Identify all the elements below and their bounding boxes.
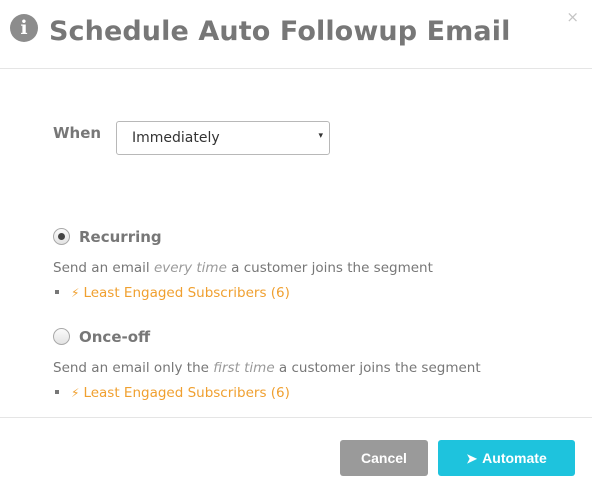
when-label: When	[53, 124, 102, 142]
when-select-value: Immediately	[132, 130, 220, 146]
recurring-radio-row[interactable]: Recurring	[53, 227, 573, 247]
once-off-segment-item: ⚡ Least Engaged Subscribers (6)	[53, 385, 290, 401]
recurring-segment-item: ⚡ Least Engaged Subscribers (6)	[53, 285, 290, 301]
info-icon: i	[10, 14, 38, 42]
option-recurring: Recurring Send an email every time a cus…	[53, 227, 573, 301]
once-off-label[interactable]: Once-off	[79, 327, 150, 347]
bolt-icon: ⚡	[71, 286, 80, 300]
once-off-desc-text: Send an email only the	[53, 360, 214, 376]
recurring-desc-text-end: a customer joins the segment	[226, 260, 433, 276]
option-once-off: Once-off Send an email only the first ti…	[53, 327, 573, 401]
bullet	[55, 290, 59, 294]
once-off-description: Send an email only the first time a cust…	[53, 360, 481, 376]
automate-label: Automate	[482, 449, 547, 466]
once-off-desc-text-end: a customer joins the segment	[274, 360, 481, 376]
recurring-segment-link[interactable]: Least Engaged Subscribers (6)	[83, 285, 289, 301]
modal-title: Schedule Auto Followup Email	[49, 16, 511, 47]
once-off-radio-row[interactable]: Once-off	[53, 327, 573, 347]
recurring-radio[interactable]	[53, 228, 70, 245]
paper-plane-icon: ➤	[466, 450, 478, 466]
chevron-down-icon: ▾	[318, 131, 323, 141]
cancel-button[interactable]: Cancel	[340, 440, 428, 476]
recurring-label[interactable]: Recurring	[79, 227, 162, 247]
once-off-segment-link[interactable]: Least Engaged Subscribers (6)	[83, 385, 289, 401]
automate-button[interactable]: ➤ Automate	[438, 440, 575, 476]
once-off-desc-emphasis: first time	[213, 360, 275, 376]
bolt-icon: ⚡	[71, 386, 80, 400]
close-icon[interactable]: ×	[566, 7, 579, 27]
modal-footer: Cancel ➤ Automate	[0, 417, 592, 493]
recurring-description: Send an email every time a customer join…	[53, 260, 433, 276]
recurring-desc-emphasis: every time	[153, 260, 227, 276]
once-off-radio[interactable]	[53, 328, 70, 345]
recurring-desc-text: Send an email	[53, 260, 154, 276]
bullet	[55, 390, 59, 394]
schedule-followup-modal: i Schedule Auto Followup Email × When Im…	[0, 0, 592, 493]
modal-header: i Schedule Auto Followup Email ×	[0, 0, 592, 69]
when-select[interactable]: Immediately ▾	[116, 121, 330, 155]
